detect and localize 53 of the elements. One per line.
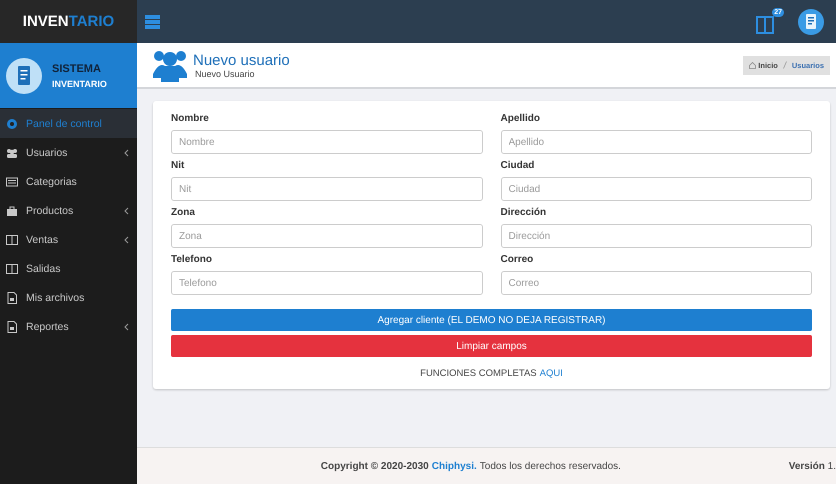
input-field[interactable]: Telefono [171, 271, 482, 295]
columns-icon [6, 234, 18, 246]
field-label: Nombre [171, 113, 210, 124]
link[interactable]: Chiphysi. [432, 460, 477, 472]
separator-slash-icon [782, 61, 787, 69]
field-label: Correo [500, 254, 534, 265]
list-icon [6, 176, 18, 188]
menu-icon [145, 14, 160, 28]
submit-button[interactable]: Agregar cliente (EL DEMO NO DEJA REGISTRAR) [171, 309, 812, 331]
field-label: Nit [171, 160, 186, 171]
logo-text: INVENTARIO [0, 0, 137, 43]
profile-title: SISTEMA [52, 62, 102, 74]
input-field[interactable]: Nombre [171, 130, 482, 154]
field-label: Apellido [500, 113, 541, 124]
gauge-icon [6, 118, 18, 130]
page-title: Nuevo usuario [193, 52, 290, 68]
file-icon [6, 320, 18, 332]
input-field[interactable]: Nit [171, 177, 482, 201]
document-avatar-icon [6, 58, 42, 94]
link[interactable]: AQUI [540, 368, 563, 379]
clear-button[interactable]: Limpiar campos [171, 335, 812, 357]
shopping-bag-icon [6, 204, 18, 216]
note-text: FUNCIONES COMPLETAS [420, 368, 537, 379]
user-menu-button[interactable] [798, 8, 824, 34]
input-field[interactable]: Dirección [500, 224, 812, 248]
field-label: Zona [171, 207, 196, 218]
home-icon [749, 62, 756, 68]
sidebar-item[interactable]: Ventas [0, 225, 137, 254]
profile-subtitle: INVENTARIO [52, 78, 107, 88]
sidebar-item[interactable]: Usuarios [0, 138, 137, 167]
users-icon [153, 48, 187, 82]
document-avatar-icon [798, 8, 824, 34]
columns-icon [756, 16, 774, 34]
rights-text: Todos los derechos reservados. [480, 460, 621, 472]
columns-icon [6, 262, 18, 274]
input-field[interactable]: Correo [500, 271, 812, 295]
copyright-text: Copyright © 2020-2030 [320, 460, 429, 472]
menu-button[interactable] [143, 12, 162, 30]
field-label: Dirección [500, 207, 548, 218]
file-icon [6, 292, 18, 304]
users-icon [6, 146, 18, 158]
field-label: Telefono [171, 254, 213, 265]
sidebar-item[interactable]: Mis archivos [0, 283, 137, 312]
sidebar-item[interactable]: Reportes [0, 312, 137, 341]
page-subtitle: Nuevo Usuario [195, 68, 256, 78]
field-label: Ciudad [500, 160, 536, 171]
sidebar-item[interactable]: Salidas [0, 254, 137, 283]
version-text: Versión 1. [788, 460, 836, 472]
sidebar-item[interactable]: Categorias [0, 167, 137, 196]
sidebar-item[interactable]: Productos [0, 196, 137, 225]
input-field[interactable]: Zona [171, 224, 482, 248]
input-field[interactable]: Ciudad [500, 177, 812, 201]
input-field[interactable]: Apellido [500, 130, 812, 154]
